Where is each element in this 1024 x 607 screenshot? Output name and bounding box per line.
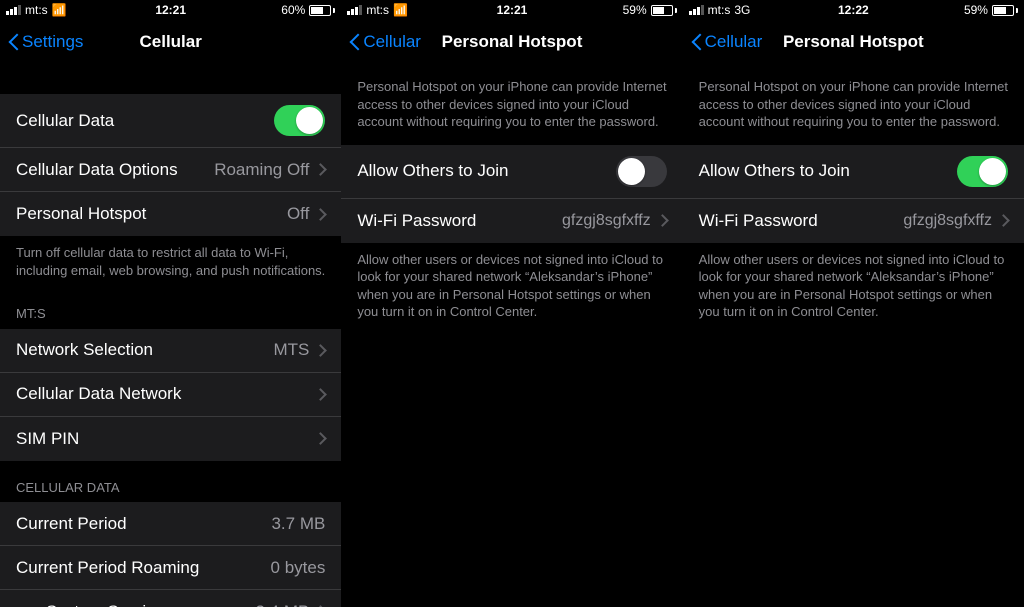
back-button[interactable]: Cellular <box>349 32 421 52</box>
cell-label: Cellular Data Options <box>16 160 178 180</box>
back-button[interactable]: Cellular <box>691 32 763 52</box>
allow-others-row[interactable]: Allow Others to Join <box>341 145 682 199</box>
cellular-data-network-row[interactable]: Cellular Data Network <box>0 373 341 417</box>
status-bar: mt:s 3G 12:22 59% <box>683 0 1024 20</box>
chevron-right-icon <box>317 388 325 401</box>
cell-value: 3.7 MB <box>271 514 325 534</box>
cell-label: Current Period Roaming <box>16 558 199 578</box>
screen-hotspot-off: mt:s 📶 12:21 59% Cellular Personal Hotsp… <box>341 0 682 607</box>
group-header-cellular-data: CELLULAR DATA <box>0 461 341 503</box>
chevron-left-icon <box>349 32 361 52</box>
sim-pin-row[interactable]: SIM PIN <box>0 417 341 461</box>
cell-label: Network Selection <box>16 340 153 360</box>
cell-label: Wi-Fi Password <box>357 211 476 231</box>
screen-hotspot-on: mt:s 3G 12:22 59% Cellular Personal Hots… <box>683 0 1024 607</box>
screen-cellular: mt:s 📶 12:21 60% Settings Cellular Cellu… <box>0 0 341 607</box>
cell-value: MTS <box>273 340 309 360</box>
back-label: Cellular <box>363 32 421 52</box>
current-period-roaming-row: Current Period Roaming 0 bytes <box>0 546 341 590</box>
group-header-mts: MT:S <box>0 287 341 329</box>
personal-hotspot-row[interactable]: Personal Hotspot Off <box>0 192 341 236</box>
cell-label: System Services <box>16 602 173 607</box>
cell-value: gfzgj8sgfxffz <box>903 212 992 230</box>
status-bar: mt:s 📶 12:21 59% <box>341 0 682 20</box>
cell-value: gfzgj8sgfxffz <box>562 212 651 230</box>
back-label: Cellular <box>705 32 763 52</box>
chevron-right-icon <box>1000 214 1008 227</box>
allow-others-toggle[interactable] <box>616 156 667 187</box>
back-label: Settings <box>22 32 83 52</box>
back-button[interactable]: Settings <box>8 32 83 52</box>
status-time: 12:21 <box>0 3 341 17</box>
explain-text: Personal Hotspot on your iPhone can prov… <box>341 64 682 145</box>
explain-text: Personal Hotspot on your iPhone can prov… <box>683 64 1024 145</box>
current-period-row: Current Period 3.7 MB <box>0 502 341 546</box>
nav-header: Cellular Personal Hotspot <box>341 20 682 64</box>
wifi-password-row[interactable]: Wi-Fi Password gfzgj8sgfxffz <box>341 199 682 243</box>
cell-value: Off <box>287 204 309 224</box>
wifi-password-row[interactable]: Wi-Fi Password gfzgj8sgfxffz <box>683 199 1024 243</box>
cellular-data-toggle[interactable] <box>274 105 325 136</box>
chevron-right-icon <box>317 208 325 221</box>
cell-label: Cellular Data Network <box>16 384 181 404</box>
chevron-left-icon <box>691 32 703 52</box>
group-footer: Allow other users or devices not signed … <box>683 243 1024 329</box>
status-bar: mt:s 📶 12:21 60% <box>0 0 341 20</box>
cell-label: Allow Others to Join <box>699 161 850 181</box>
status-time: 12:21 <box>341 3 682 17</box>
cell-label: SIM PIN <box>16 429 79 449</box>
cell-value: 3.4 MB <box>255 602 309 607</box>
nav-header: Cellular Personal Hotspot <box>683 20 1024 64</box>
cell-label: Wi-Fi Password <box>699 211 818 231</box>
status-time: 12:22 <box>683 3 1024 17</box>
cell-label: Allow Others to Join <box>357 161 508 181</box>
chevron-left-icon <box>8 32 20 52</box>
allow-others-toggle[interactable] <box>957 156 1008 187</box>
cell-value: Roaming Off <box>214 160 309 180</box>
cell-value: 0 bytes <box>271 558 326 578</box>
chevron-right-icon <box>659 214 667 227</box>
system-services-row[interactable]: System Services 3.4 MB <box>0 590 341 607</box>
chevron-right-icon <box>317 344 325 357</box>
cell-label: Personal Hotspot <box>16 204 146 224</box>
nav-header: Settings Cellular <box>0 20 341 64</box>
cell-label: Current Period <box>16 514 127 534</box>
chevron-right-icon <box>317 432 325 445</box>
group-footer: Allow other users or devices not signed … <box>341 243 682 329</box>
chevron-right-icon <box>317 163 325 176</box>
cellular-data-row[interactable]: Cellular Data <box>0 94 341 148</box>
allow-others-row[interactable]: Allow Others to Join <box>683 145 1024 199</box>
cellular-options-row[interactable]: Cellular Data Options Roaming Off <box>0 148 341 192</box>
cell-label: Cellular Data <box>16 111 114 131</box>
network-selection-row[interactable]: Network Selection MTS <box>0 329 341 373</box>
group-footer: Turn off cellular data to restrict all d… <box>0 236 341 287</box>
